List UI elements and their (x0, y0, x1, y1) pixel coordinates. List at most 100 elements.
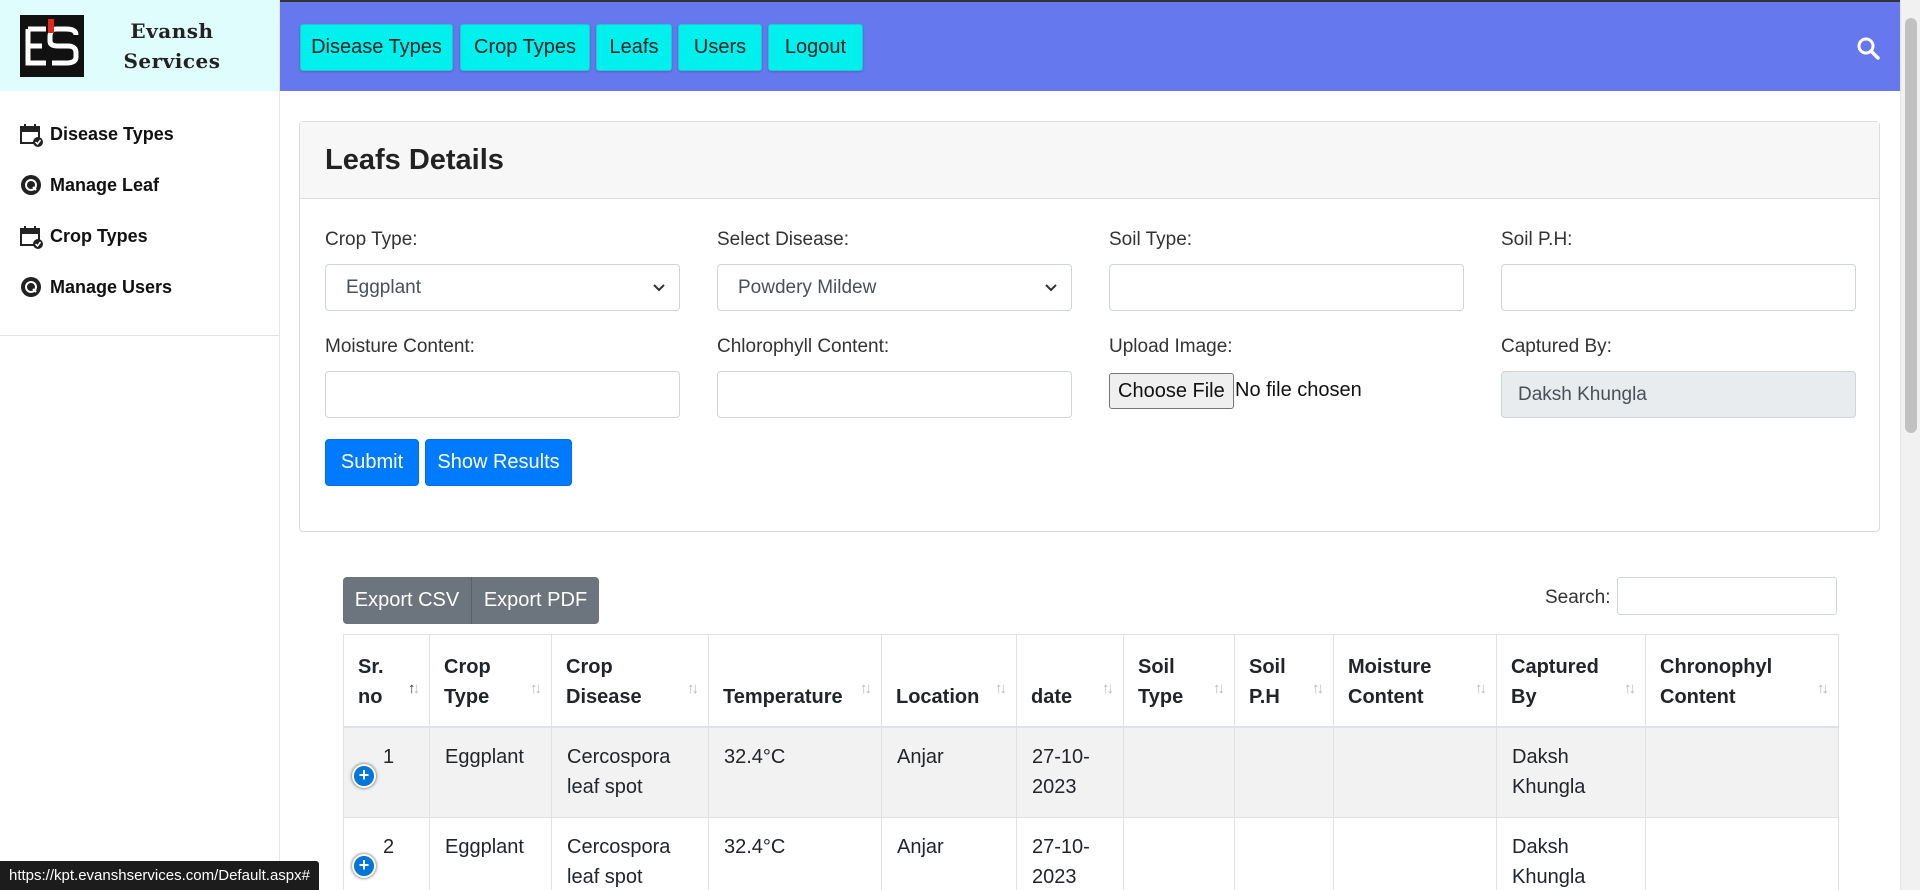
header-line: Type (1138, 685, 1184, 708)
sidebar-item-manage-leaf[interactable]: Manage Leaf (0, 160, 279, 211)
brand-name: Evansh Services (102, 16, 242, 76)
captured-by-label: Captured By: (1501, 336, 1612, 357)
cell-location: Anjar (881, 817, 1017, 890)
cell-text: 27-10- (1032, 745, 1090, 768)
sort-icon: ↑↓ (687, 679, 699, 697)
cell-chronophyl-content (1645, 726, 1839, 818)
crop-type-label: Crop Type: (325, 229, 418, 250)
soil-ph-label: Soil P.H: (1501, 229, 1573, 250)
cell-chronophyl-content (1645, 817, 1839, 890)
cell-temperature: 32.4°C (708, 726, 882, 818)
header-line: Crop (566, 655, 613, 678)
header-line: Soil (1138, 655, 1175, 678)
show-results-button[interactable]: Show Results (425, 439, 572, 486)
header-line: Content (1348, 685, 1424, 708)
status-bar-url: https://kpt.evanshservices.com/Default.a… (0, 861, 319, 890)
expand-row-plus-icon[interactable]: + (352, 854, 376, 878)
vertical-scrollbar[interactable] (1900, 0, 1920, 890)
chevron-down-icon (651, 279, 667, 295)
column-header-moisture-content[interactable]: Moisture Content ↑↓ (1333, 634, 1497, 728)
chevron-down-icon (1043, 279, 1059, 295)
soil-ph-input[interactable] (1501, 264, 1856, 311)
choose-file-button[interactable]: Choose File (1109, 373, 1234, 409)
table-search-label: Search: (1545, 587, 1611, 608)
table-header-row: Sr. no ↑↓ Crop Type ↑↓ Crop Disease ↑↓ Tempera… (343, 634, 1839, 728)
crop-type-select[interactable]: Eggplant (325, 264, 680, 311)
sidebar-item-manage-users[interactable]: Manage Users (0, 262, 279, 313)
logo[interactable] (20, 14, 84, 77)
sort-icon: ↑↓ (530, 679, 542, 697)
sidebar-item-crop-types[interactable]: Crop Types (0, 211, 279, 262)
cell-text: Daksh (1512, 745, 1569, 768)
table-row: +1 Eggplant Cercospora leaf spot 32.4°C A… (343, 726, 1839, 818)
nav-disease-types-button[interactable]: Disease Types (300, 24, 453, 71)
nav-users-button[interactable]: Users (678, 24, 762, 71)
sidebar-item-disease-types[interactable]: Disease Types (0, 109, 279, 160)
cell-sr-no: +2 (343, 817, 430, 890)
column-header-location[interactable]: Location ↑↓ (881, 634, 1017, 728)
header-line: no (358, 685, 383, 708)
cell-crop-type: Eggplant (429, 817, 552, 890)
expand-row-plus-icon[interactable]: + (352, 763, 376, 788)
moisture-content-input[interactable] (325, 371, 680, 418)
submit-button[interactable]: Submit (325, 439, 419, 486)
cell-text: Khungla (1512, 866, 1586, 888)
brand: Evansh Services (0, 0, 279, 91)
cell-soil-ph (1234, 726, 1334, 818)
export-button-group: Export CSV Export PDF (343, 577, 599, 624)
soil-type-input[interactable] (1109, 264, 1464, 311)
crop-type-value: Eggplant (346, 276, 422, 298)
cell-captured-by: Daksh Khungla (1496, 817, 1646, 890)
header-line: Soil (1249, 655, 1286, 678)
header-line: By (1511, 685, 1537, 708)
chlorophyll-content-input[interactable] (717, 371, 1072, 418)
column-header-date[interactable]: date ↑↓ (1016, 634, 1124, 728)
column-header-temperature[interactable]: Temperature ↑↓ (708, 634, 882, 728)
table-search-input[interactable] (1617, 577, 1837, 615)
cell-soil-ph (1234, 817, 1334, 890)
cell-date: 27-10- 2023 (1016, 726, 1124, 818)
header-line: Sr. (358, 655, 384, 678)
cell-date: 27-10- 2023 (1016, 817, 1124, 890)
soil-type-label: Soil Type: (1109, 229, 1193, 250)
cell-crop-disease: Cercospora leaf spot (551, 726, 709, 818)
cell-text: 27-10- (1032, 836, 1090, 858)
scrollbar-thumb[interactable] (1905, 18, 1917, 433)
search-icon[interactable] (1856, 36, 1880, 60)
header-line: P.H (1249, 685, 1280, 708)
cell-captured-by: Daksh Khungla (1496, 726, 1646, 818)
header-line: Content (1660, 685, 1736, 708)
sidebar-item-label: Disease Types (50, 124, 174, 144)
sidebar-item-label: Manage Users (50, 277, 173, 297)
disease-select[interactable]: Powdery Mildew (717, 264, 1072, 311)
cell-text: 2 (383, 836, 395, 858)
nav-crop-types-button[interactable]: Crop Types (460, 24, 590, 71)
sort-icon: ↑↓ (1624, 679, 1636, 697)
top-navbar: Disease Types Crop Types Leafs Users Log… (280, 0, 1900, 91)
column-header-soil-type[interactable]: Soil Type ↑↓ (1123, 634, 1235, 728)
sidebar-item-label: Manage Leaf (50, 175, 160, 195)
captured-by-input: Daksh Khungla (1501, 371, 1856, 418)
circle-q-icon (20, 276, 44, 300)
cell-soil-type (1123, 726, 1235, 818)
column-header-captured-by[interactable]: Captured By ↑↓ (1496, 634, 1646, 728)
cell-text: leaf spot (567, 775, 643, 798)
cell-text: 2023 (1032, 775, 1077, 798)
sidebar: Evansh Services Disease Types Manage Lea… (0, 0, 280, 890)
brand-line-2: Services (123, 48, 221, 73)
nav-leafs-button[interactable]: Leafs (596, 24, 672, 71)
column-header-chronophyl-content[interactable]: Chronophyl Content ↑↓ (1645, 634, 1839, 728)
column-header-crop-disease[interactable]: Crop Disease ↑↓ (551, 634, 709, 728)
chlorophyll-content-label: Chlorophyll Content: (717, 336, 890, 357)
nav-logout-button[interactable]: Logout (768, 24, 863, 71)
column-header-soil-ph[interactable]: Soil P.H ↑↓ (1234, 634, 1334, 728)
calendar-check-icon (20, 225, 44, 249)
export-pdf-button[interactable]: Export PDF (471, 577, 599, 624)
column-header-crop-type[interactable]: Crop Type ↑↓ (429, 634, 552, 728)
table-row: +2 Eggplant Cercospora leaf spot 32.4°C A… (343, 817, 1839, 890)
column-header-sr-no[interactable]: Sr. no ↑↓ (343, 634, 430, 728)
header-line: Crop (444, 655, 491, 678)
cell-moisture-content (1333, 726, 1497, 818)
sort-icon: ↑↓ (1312, 679, 1324, 697)
export-csv-button[interactable]: Export CSV (343, 577, 471, 624)
